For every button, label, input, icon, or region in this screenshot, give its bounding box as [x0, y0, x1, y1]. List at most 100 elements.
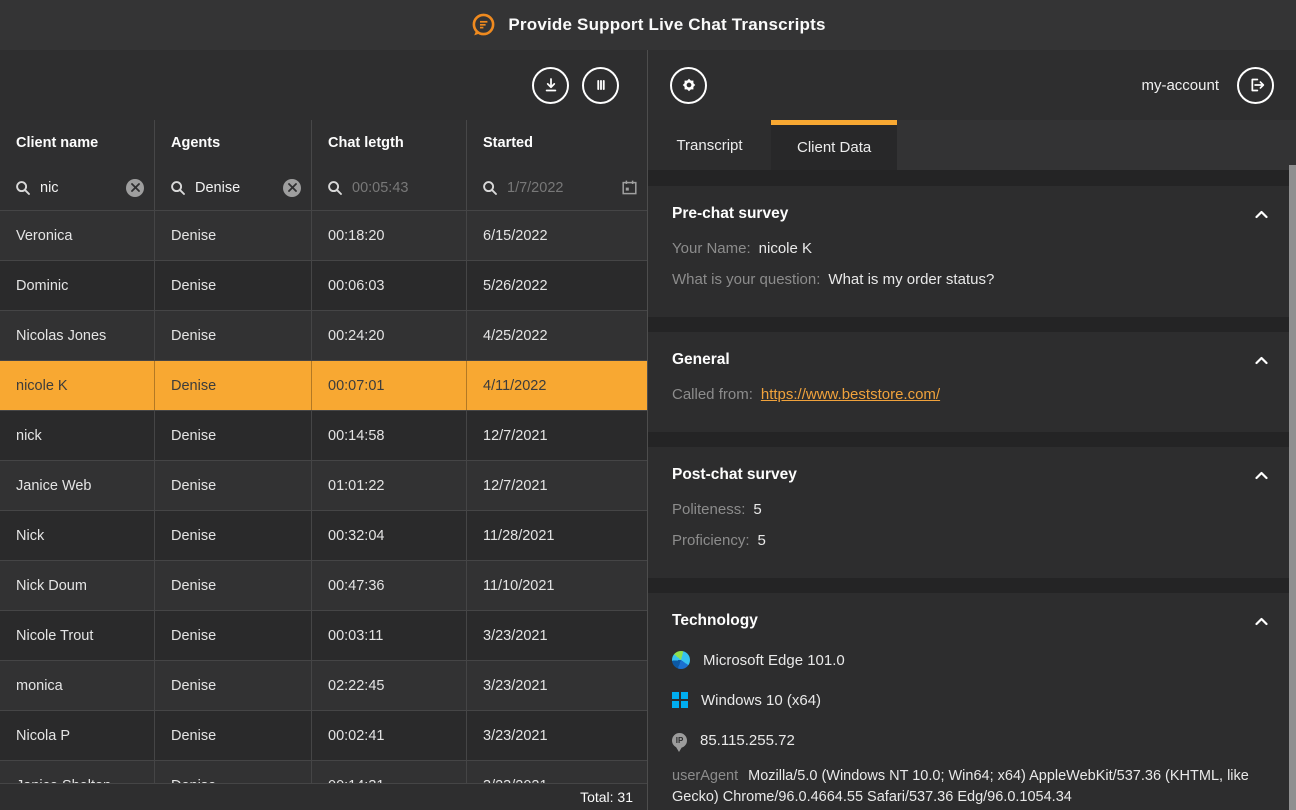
- table-row[interactable]: nicole KDenise00:07:014/11/2022: [0, 361, 647, 411]
- column-header-client-name[interactable]: Client name: [0, 120, 155, 165]
- tech-item-text: Microsoft Edge 101.0: [703, 652, 845, 669]
- chevron-up-icon: [1255, 617, 1268, 626]
- table-row[interactable]: Nicola PDenise00:02:413/23/2021: [0, 711, 647, 761]
- table-row[interactable]: DominicDenise00:06:035/26/2022: [0, 261, 647, 311]
- called-from-link[interactable]: https://www.beststore.com/: [761, 386, 940, 403]
- table-row[interactable]: nickDenise00:14:5812/7/2021: [0, 411, 647, 461]
- logout-button[interactable]: [1237, 67, 1274, 104]
- section-header: Pre-chat survey: [672, 186, 1272, 228]
- table-row[interactable]: Janice WebDenise01:01:2212/7/2021: [0, 461, 647, 511]
- column-header-agents[interactable]: Agents: [155, 120, 312, 165]
- collapse-button[interactable]: [1251, 206, 1272, 223]
- columns-button[interactable]: [582, 67, 619, 104]
- tab-transcript[interactable]: Transcript: [648, 120, 771, 170]
- table-row[interactable]: Nicolas JonesDenise00:24:204/25/2022: [0, 311, 647, 361]
- filter-cell-chat-letgth: [312, 165, 467, 210]
- section-header: General: [672, 332, 1272, 374]
- settings-button[interactable]: [670, 67, 707, 104]
- field-value: What is my order status?: [828, 271, 994, 288]
- download-icon: [540, 74, 562, 96]
- field-row: Your Name: nicole K: [672, 233, 1272, 264]
- detail-toolbar: my-account: [648, 50, 1296, 120]
- table-row[interactable]: Nick DoumDenise00:47:3611/10/2021: [0, 561, 647, 611]
- account-name: my-account: [1141, 77, 1219, 94]
- cell-agent: Denise: [155, 411, 312, 460]
- chevron-up-icon: [1255, 471, 1268, 480]
- vertical-scrollbar[interactable]: [1289, 165, 1296, 810]
- cell-started: 12/7/2021: [467, 461, 647, 510]
- edge-icon: [672, 651, 690, 669]
- field-label: What is your question:: [672, 271, 820, 288]
- table-row[interactable]: Janice SheltonDenise00:14:313/23/2021: [0, 761, 647, 783]
- section-body: Your Name: nicole K What is your question:…: [672, 233, 1272, 295]
- column-header-chat-letgth[interactable]: Chat letgth: [312, 120, 467, 165]
- cell-client: Janice Web: [0, 461, 155, 510]
- tab-client-data[interactable]: Client Data: [771, 120, 897, 170]
- collapse-button[interactable]: [1251, 352, 1272, 369]
- field-value: 5: [758, 532, 766, 549]
- table-row[interactable]: NickDenise00:32:0411/28/2021: [0, 511, 647, 561]
- cell-agent: Denise: [155, 611, 312, 660]
- collapse-button[interactable]: [1251, 467, 1272, 484]
- calendar-icon[interactable]: [621, 179, 638, 196]
- app-logo-icon: [470, 12, 497, 39]
- search-icon: [327, 180, 343, 196]
- cell-started: 3/23/2021: [467, 661, 647, 710]
- table-body: VeronicaDenise00:18:206/15/2022DominicDe…: [0, 210, 647, 783]
- filter-input-client-name[interactable]: [40, 180, 117, 196]
- section-post-chat-survey: Post-chat surveyPoliteness:5Proficiency:…: [648, 447, 1296, 578]
- cell-length: 00:47:36: [312, 561, 467, 610]
- cell-started: 3/23/2021: [467, 711, 647, 760]
- cell-length: 00:06:03: [312, 261, 467, 310]
- clear-filter-icon[interactable]: [126, 179, 144, 197]
- table-row[interactable]: VeronicaDenise00:18:206/15/2022: [0, 211, 647, 261]
- clear-filter-icon[interactable]: [283, 179, 301, 197]
- cell-agent: Denise: [155, 211, 312, 260]
- search-icon: [170, 180, 186, 196]
- cell-started: 11/10/2021: [467, 561, 647, 610]
- table-row[interactable]: Nicole TroutDenise00:03:113/23/2021: [0, 611, 647, 661]
- cell-length: 00:14:58: [312, 411, 467, 460]
- cell-started: 6/15/2022: [467, 211, 647, 260]
- section-title: Post-chat survey: [672, 466, 797, 484]
- tech-item: Windows 10 (x64): [672, 680, 1272, 720]
- download-button[interactable]: [532, 67, 569, 104]
- cell-client: Veronica: [0, 211, 155, 260]
- total-count: Total: 31: [580, 789, 633, 805]
- logout-icon: [1245, 74, 1267, 96]
- filter-input-agents[interactable]: [195, 180, 274, 196]
- filter-input-started[interactable]: [507, 180, 612, 196]
- section-title: Pre-chat survey: [672, 205, 788, 223]
- section-header: Technology: [672, 593, 1272, 635]
- cell-agent: Denise: [155, 461, 312, 510]
- filter-input-chat-letgth[interactable]: [352, 180, 456, 196]
- section-pre-chat-survey: Pre-chat survey Your Name: nicole K What is…: [648, 186, 1296, 317]
- cell-length: 00:14:31: [312, 761, 467, 783]
- search-icon: [15, 180, 31, 196]
- cell-client: Dominic: [0, 261, 155, 310]
- cell-started: 3/23/2021: [467, 611, 647, 660]
- field-label: Called from:: [672, 386, 753, 403]
- section-technology: Technology Microsoft Edge 101.0 Windows 10…: [648, 593, 1296, 810]
- cell-length: 00:02:41: [312, 711, 467, 760]
- cell-agent: Denise: [155, 561, 312, 610]
- tech-item: Microsoft Edge 101.0: [672, 640, 1272, 680]
- cell-agent: Denise: [155, 761, 312, 783]
- field-value: nicole K: [759, 240, 812, 257]
- collapse-button[interactable]: [1251, 613, 1272, 630]
- cell-client: Nick Doum: [0, 561, 155, 610]
- chevron-up-icon: [1255, 210, 1268, 219]
- table-row[interactable]: monicaDenise02:22:453/23/2021: [0, 661, 647, 711]
- field-label: Your Name:: [672, 240, 751, 257]
- section-body: Called from: https://www.beststore.com/: [672, 379, 1272, 410]
- cell-agent: Denise: [155, 711, 312, 760]
- cell-agent: Denise: [155, 311, 312, 360]
- gear-icon: [678, 74, 700, 96]
- tab-bar: TranscriptClient Data: [648, 120, 1296, 170]
- cell-started: 12/7/2021: [467, 411, 647, 460]
- cell-started: 3/23/2021: [467, 761, 647, 783]
- table-filter-row: [0, 165, 647, 210]
- table-header-row: Client nameAgentsChat letgthStarted: [0, 120, 647, 165]
- column-header-started[interactable]: Started: [467, 120, 648, 165]
- cell-agent: Denise: [155, 661, 312, 710]
